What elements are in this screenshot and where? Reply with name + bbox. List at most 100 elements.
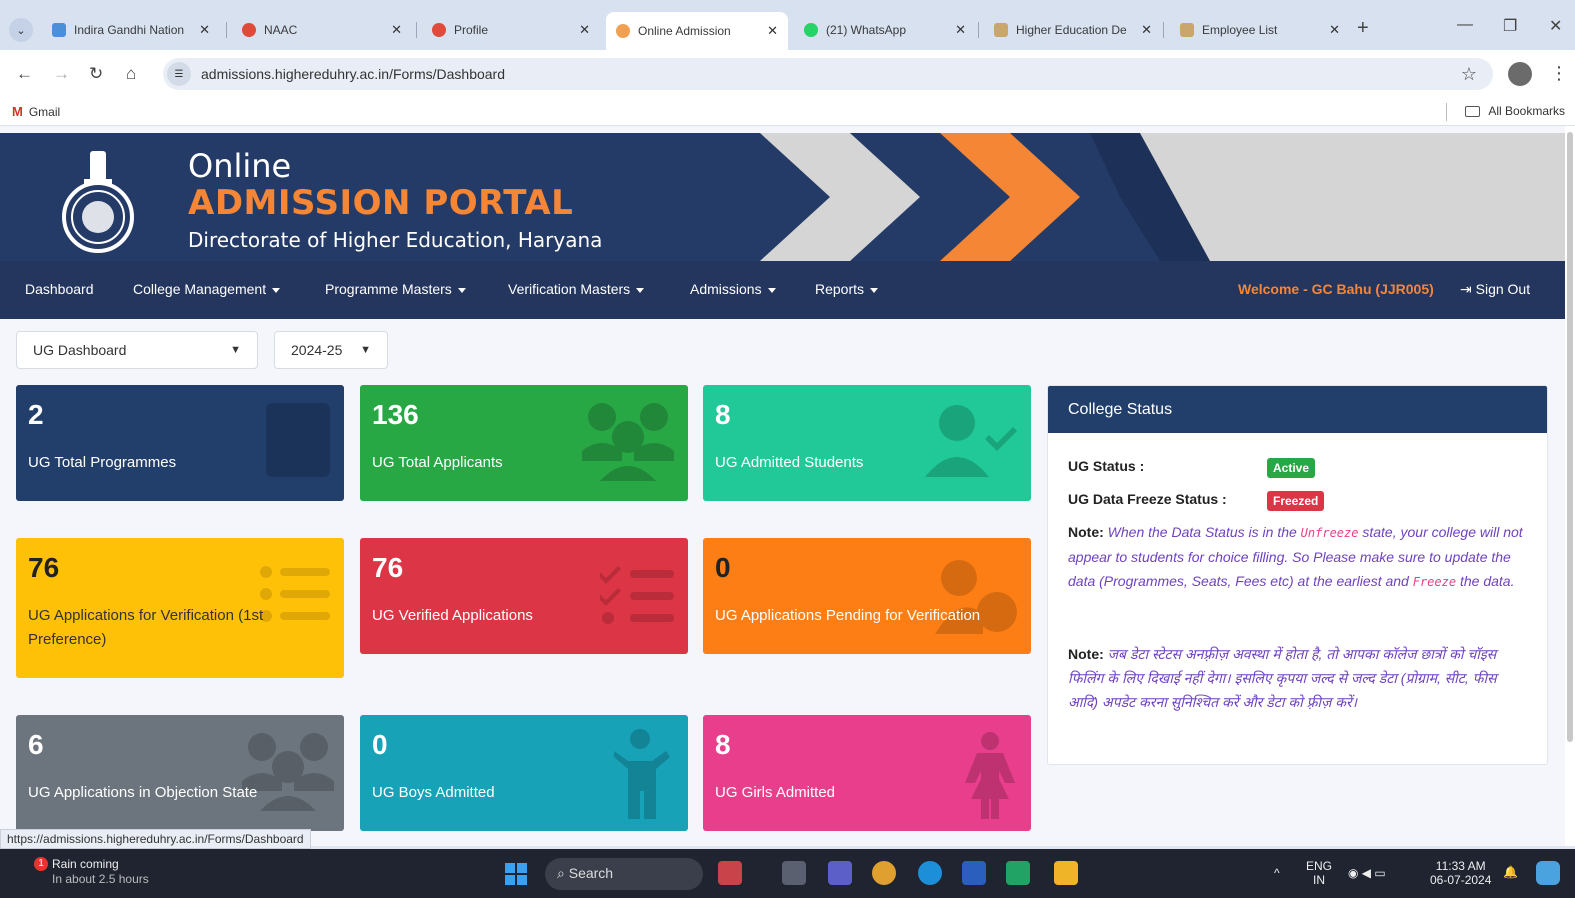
page-content: Online ADMISSION PORTAL Directorate of H… (0, 126, 1565, 846)
weather-badge: 1 (34, 857, 48, 871)
address-bar-row: ← → ↻ ⌂ ☰ admissions.highereduhry.ac.in/… (0, 50, 1575, 98)
dashboard-select[interactable]: UG Dashboard ▼ (16, 331, 258, 369)
tab-higher-education[interactable]: Higher Education De ✕ (984, 14, 1162, 46)
female-child-icon (965, 732, 1015, 819)
language-indicator[interactable]: ENG IN (1306, 859, 1332, 887)
copilot-icon[interactable] (1536, 861, 1560, 885)
minimize-icon[interactable]: — (1457, 16, 1473, 34)
tab-naac[interactable]: NAAC ✕ (232, 14, 412, 46)
tab-favicon-icon (616, 24, 630, 38)
caret-down-icon (767, 287, 776, 293)
forward-icon[interactable]: → (53, 64, 70, 84)
link-status-url: https://admissions.highereduhry.ac.in/Fo… (0, 829, 311, 849)
site-info-icon[interactable]: ☰ (167, 62, 191, 86)
new-tab-button[interactable]: + (1357, 17, 1369, 40)
excel-icon[interactable] (1006, 861, 1030, 885)
card-ug-applications-verification[interactable]: 76 UG Applications for Verification (1st… (16, 538, 344, 678)
restore-icon[interactable]: ❐ (1503, 16, 1517, 36)
taskbar-search[interactable]: ⌕ Search (545, 858, 703, 890)
home-icon[interactable]: ⌂ (126, 64, 136, 84)
card-ug-admitted-students[interactable]: 8 UG Admitted Students (703, 385, 1031, 501)
bookmarks-bar: M Gmail All Bookmarks (0, 98, 1575, 126)
card-ug-total-programmes[interactable]: 2 UG Total Programmes (16, 385, 344, 501)
chrome-icon[interactable] (872, 861, 896, 885)
bookmark-star-icon[interactable]: ☆ (1461, 64, 1477, 85)
url-text[interactable]: admissions.highereduhry.ac.in/Forms/Dash… (201, 66, 505, 82)
back-icon[interactable]: ← (16, 64, 33, 84)
note-english: Note: When the Data Status is in the Unf… (1068, 524, 1523, 589)
college-status-title: College Status (1048, 386, 1547, 433)
tab-close-icon[interactable]: ✕ (767, 23, 778, 39)
banner-title-online: Online (188, 147, 292, 185)
menu-kebab-icon[interactable]: ⋮ (1550, 63, 1568, 84)
portal-banner: Online ADMISSION PORTAL Directorate of H… (0, 133, 1565, 261)
close-window-icon[interactable]: ✕ (1549, 16, 1562, 36)
nav-dashboard[interactable]: Dashboard (25, 281, 94, 297)
flowers-icon[interactable] (718, 861, 742, 885)
chevron-down-icon: ▼ (360, 344, 371, 356)
caret-down-icon (870, 287, 879, 293)
tab-close-icon[interactable]: ✕ (1329, 22, 1340, 38)
tab-favicon-icon (242, 23, 256, 37)
file-explorer-icon[interactable] (1054, 861, 1078, 885)
folder-icon (1465, 105, 1481, 117)
card-ug-verified-applications[interactable]: 76 UG Verified Applications (360, 538, 688, 654)
all-bookmarks[interactable]: All Bookmarks (1465, 104, 1565, 118)
card-ug-total-applicants[interactable]: 136 UG Total Applicants (360, 385, 688, 501)
tab-favicon-icon (432, 23, 446, 37)
whatsapp-icon (804, 23, 818, 37)
nav-reports[interactable]: Reports (815, 281, 879, 297)
tab-close-icon[interactable]: ✕ (391, 22, 402, 38)
scrollbar-thumb[interactable] (1567, 132, 1573, 742)
ug-freeze-label: UG Data Freeze Status : (1068, 491, 1227, 507)
tab-indira-gandhi[interactable]: Indira Gandhi Nation ✕ (42, 14, 220, 46)
ug-freeze-badge: Freezed (1267, 491, 1325, 511)
college-status-panel: College Status UG Status : Active UG Dat… (1047, 385, 1548, 765)
tab-online-admission[interactable]: Online Admission ✕ (606, 12, 788, 50)
tab-close-icon[interactable]: ✕ (1141, 22, 1152, 38)
tab-profile[interactable]: Profile ✕ (422, 14, 600, 46)
card-ug-boys-admitted[interactable]: 0 UG Boys Admitted (360, 715, 688, 831)
card-ug-objection-state[interactable]: 6 UG Applications in Objection State (16, 715, 344, 831)
haryana-emblem (62, 151, 134, 253)
banner-title-portal: ADMISSION PORTAL (188, 183, 574, 223)
taskview-icon[interactable] (782, 861, 806, 885)
omnibox[interactable]: ☰ admissions.highereduhry.ac.in/Forms/Da… (163, 58, 1493, 90)
year-select[interactable]: 2024-25 ▼ (274, 331, 388, 369)
nav-college-management[interactable]: College Management (133, 281, 281, 297)
nav-verification-masters[interactable]: Verification Masters (508, 281, 645, 297)
banner-subtitle: Directorate of Higher Education, Haryana (188, 228, 603, 252)
card-ug-applications-pending[interactable]: 0 UG Applications Pending for Verificati… (703, 538, 1031, 654)
wifi-icon[interactable]: ◉ ◀ ▭ (1348, 866, 1386, 880)
tab-whatsapp[interactable]: (21) WhatsApp ✕ (794, 14, 976, 46)
welcome-text: Welcome - GC Bahu (JJR005) (1238, 281, 1434, 297)
weather-widget[interactable]: 1 Rain coming In about 2.5 hours (20, 857, 149, 887)
main-navbar: Dashboard College Management Programme M… (0, 261, 1565, 319)
tab-close-icon[interactable]: ✕ (579, 22, 590, 38)
word-icon[interactable] (962, 861, 986, 885)
note-hindi: Note: जब डेटा स्टेटस अनफ़्रीज़ अवस्था मे… (1068, 646, 1497, 710)
reload-icon[interactable]: ↻ (89, 64, 103, 84)
page-scrollbar[interactable] (1565, 126, 1575, 846)
tab-close-icon[interactable]: ✕ (955, 22, 966, 38)
bookmark-gmail[interactable]: M Gmail (12, 104, 60, 119)
nav-programme-masters[interactable]: Programme Masters (325, 281, 466, 297)
tab-favicon-icon (1180, 23, 1194, 37)
tab-employee-list[interactable]: Employee List ✕ (1170, 14, 1350, 46)
caret-down-icon (636, 287, 645, 293)
clock[interactable]: 11:33 AM 06-07-2024 (1430, 859, 1491, 887)
notification-bell-icon[interactable]: 🔔 (1503, 865, 1518, 879)
ug-status-label: UG Status : (1068, 458, 1145, 474)
teams-icon[interactable] (828, 861, 852, 885)
edge-icon[interactable] (918, 861, 942, 885)
tray-chevron-icon[interactable]: ^ (1274, 866, 1280, 880)
card-ug-girls-admitted[interactable]: 8 UG Girls Admitted (703, 715, 1031, 831)
nav-admissions[interactable]: Admissions (690, 281, 776, 297)
tab-search-button[interactable]: ⌄ (9, 18, 33, 42)
profile-avatar[interactable] (1508, 62, 1532, 86)
windows-start-icon[interactable] (505, 863, 527, 885)
tab-close-icon[interactable]: ✕ (199, 22, 210, 38)
tab-favicon-icon (52, 23, 66, 37)
sign-out-button[interactable]: ⇥ Sign Out (1460, 281, 1530, 298)
caret-down-icon (272, 287, 281, 293)
